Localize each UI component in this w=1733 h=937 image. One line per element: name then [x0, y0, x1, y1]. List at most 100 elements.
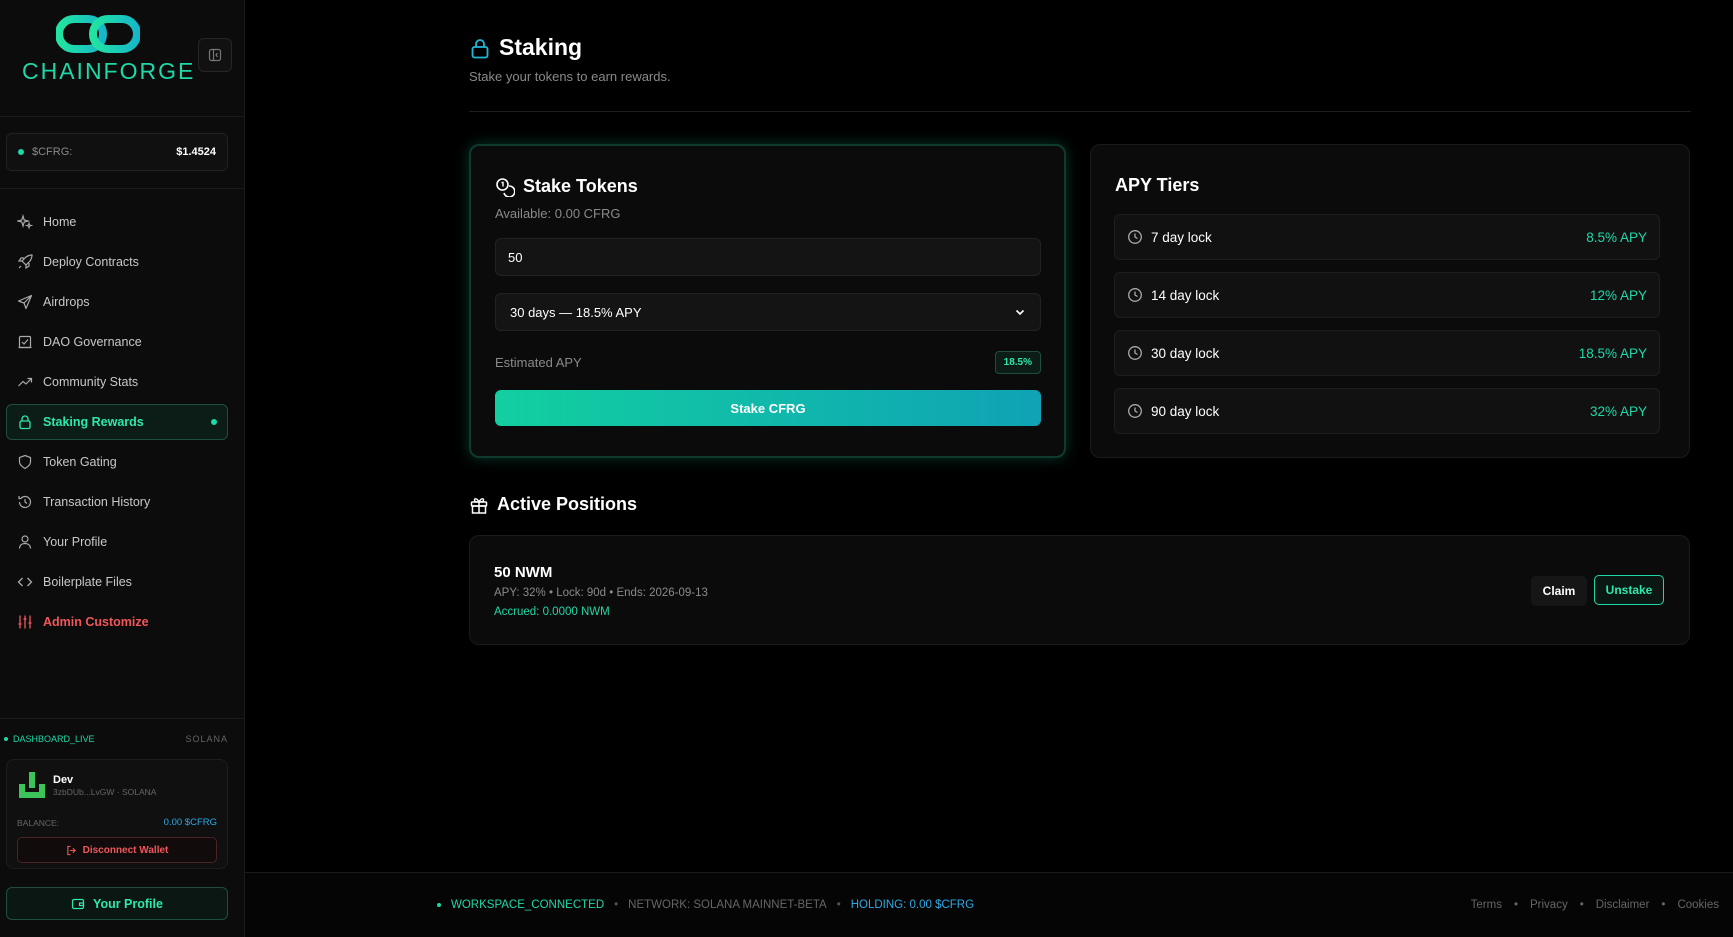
sidebar-item-your-profile[interactable]: Your Profile	[6, 524, 228, 560]
wallet-card: Dev 3zbDUb...LvGW · SOLANA BALANCE: 0.00…	[6, 759, 228, 869]
sidebar-item-admin-customize[interactable]: Admin Customize	[6, 604, 228, 640]
download-wallet-icon	[19, 772, 45, 798]
gift-icon	[470, 497, 488, 514]
footer-link-terms[interactable]: Terms	[1471, 899, 1502, 911]
wallet-icon	[71, 898, 85, 909]
disconnect-label: Disconnect Wallet	[82, 844, 169, 856]
separator: •	[614, 899, 619, 911]
separator: •	[1513, 899, 1518, 911]
your-profile-button[interactable]: Your Profile	[6, 887, 228, 920]
sidebar-nav: Home Deploy Contracts Airdrops DAO Gover…	[6, 204, 228, 644]
claim-button[interactable]: Claim	[1531, 576, 1587, 606]
footer-links: Terms • Privacy • Disclaimer • Cookies	[1471, 899, 1719, 911]
live-dot	[4, 737, 8, 741]
sidebar-item-label: DAO Governance	[43, 335, 142, 349]
tier-apy: 32% APY	[1589, 403, 1647, 419]
sidebar-item-staking-rewards[interactable]: Staking Rewards	[6, 404, 228, 440]
divider	[0, 188, 245, 189]
chain-link-icon	[56, 15, 140, 53]
main-content: Staking Stake your tokens to earn reward…	[245, 0, 1733, 937]
sidebar-item-airdrops[interactable]: Airdrops	[6, 284, 228, 320]
token-price-ticker: $CFRG: $1.4524	[6, 133, 228, 171]
tier-label: 14 day lock	[1151, 287, 1220, 303]
card-title: Stake Tokens	[495, 176, 638, 197]
sidebar-item-community-stats[interactable]: Community Stats	[6, 364, 228, 400]
card-title: APY Tiers	[1115, 175, 1200, 195]
stake-amount-input[interactable]	[495, 238, 1041, 276]
sidebar-item-deploy-contracts[interactable]: Deploy Contracts	[6, 244, 228, 280]
sidebar-collapse-button[interactable]	[198, 38, 232, 72]
position-amount: 50 NWM	[494, 564, 553, 581]
apy-tier-list: 7 day lock 8.5% APY 14 day lock 12% APY …	[1114, 214, 1660, 446]
sidebar-item-dao-governance[interactable]: DAO Governance	[6, 324, 228, 360]
page-title: Staking	[469, 34, 671, 61]
lock-icon	[471, 38, 489, 58]
separator: •	[1579, 899, 1584, 911]
wallet-address: 3zbDUb...LvGW · SOLANA	[53, 787, 157, 797]
user-icon	[18, 535, 32, 549]
brand-logo[interactable]: CHAINFORGE	[20, 14, 193, 84]
disconnect-wallet-button[interactable]: Disconnect Wallet	[17, 837, 217, 863]
position-meta: APY: 32% • Lock: 90d • Ends: 2026-09-13	[494, 587, 708, 599]
footer: WORKSPACE_CONNECTED • NETWORK: SOLANA MA…	[245, 872, 1733, 937]
rocket-icon	[17, 254, 33, 270]
lock-icon	[19, 415, 31, 430]
sparkle-icon	[17, 214, 33, 230]
sidebar-item-label: Token Gating	[43, 455, 117, 469]
sidebar-item-label: Staking Rewards	[43, 415, 144, 429]
shield-icon	[18, 454, 32, 470]
dashboard-status: DASHBOARD_LIVE SOLANA	[4, 734, 228, 744]
apy-tiers-card: APY Tiers 7 day lock 8.5% APY 14 day loc…	[1090, 144, 1690, 458]
sidebar-item-label: Airdrops	[43, 295, 90, 309]
chevron-down-icon	[1015, 309, 1025, 316]
trend-icon	[18, 377, 33, 387]
sidebar-item-label: Community Stats	[43, 375, 139, 389]
divider	[0, 116, 245, 117]
sliders-icon	[18, 615, 32, 629]
active-positions-text: Active Positions	[497, 494, 638, 514]
lock-period-select[interactable]: 30 days — 18.5% APY	[495, 293, 1041, 331]
wallet-balance-value: 0.00 $CFRG	[163, 817, 217, 828]
clock-icon	[1128, 288, 1142, 302]
unstake-button[interactable]: Unstake	[1594, 575, 1664, 605]
page-subtitle: Stake your tokens to earn rewards.	[469, 69, 671, 84]
position-accrued: Accrued: 0.0000 NWM	[494, 606, 610, 618]
sidebar-item-token-gating[interactable]: Token Gating	[6, 444, 228, 480]
tier-label: 7 day lock	[1151, 229, 1212, 245]
coins-icon	[496, 177, 515, 197]
sidebar-item-home[interactable]: Home	[6, 204, 228, 240]
footer-link-privacy[interactable]: Privacy	[1530, 899, 1568, 911]
clock-icon	[1128, 346, 1142, 360]
vote-icon	[18, 335, 32, 349]
tier-label: 90 day lock	[1151, 403, 1220, 419]
sidebar-item-label: Your Profile	[43, 535, 108, 549]
sidebar-item-label: Transaction History	[43, 495, 151, 509]
tier-apy: 12% APY	[1589, 287, 1647, 303]
price-label: $CFRG:	[32, 146, 73, 158]
position-row: 50 NWM APY: 32% • Lock: 90d • Ends: 2026…	[469, 535, 1690, 645]
footer-link-cookies[interactable]: Cookies	[1677, 899, 1719, 911]
clock-icon	[1128, 404, 1142, 418]
apy-tier-item: 7 day lock 8.5% APY	[1114, 214, 1660, 260]
apy-tier-item: 14 day lock 12% APY	[1114, 272, 1660, 318]
page-header: Staking Stake your tokens to earn reward…	[469, 34, 671, 84]
network-status: NETWORK: SOLANA MAINNET-BETA	[628, 899, 827, 911]
sidebar-item-boilerplate-files[interactable]: Boilerplate Files	[6, 564, 228, 600]
separator: •	[836, 899, 841, 911]
price-value: $1.4524	[176, 146, 216, 158]
wallet-balance-label: BALANCE:	[17, 818, 60, 828]
estimated-apy-label: Estimated APY	[495, 354, 582, 370]
workspace-status: WORKSPACE_CONNECTED	[451, 899, 605, 911]
footer-link-disclaimer[interactable]: Disclaimer	[1596, 899, 1650, 911]
stake-cfrg-button[interactable]: Stake CFRG	[495, 390, 1041, 426]
estimated-apy-row: Estimated APY 18.5%	[495, 349, 1041, 375]
tier-label: 30 day lock	[1151, 345, 1220, 361]
apy-tier-item: 90 day lock 32% APY	[1114, 388, 1660, 434]
page-title-text: Staking	[499, 34, 583, 60]
stake-tokens-title: Stake Tokens	[523, 176, 638, 196]
stake-tokens-card: Stake Tokens Available: 0.00 CFRG 30 day…	[469, 144, 1066, 458]
sidebar-item-transaction-history[interactable]: Transaction History	[6, 484, 228, 520]
estimated-apy-badge: 18.5%	[994, 350, 1041, 374]
wallet-name: Dev	[53, 774, 74, 786]
apy-tier-item: 30 day lock 18.5% APY	[1114, 330, 1660, 376]
